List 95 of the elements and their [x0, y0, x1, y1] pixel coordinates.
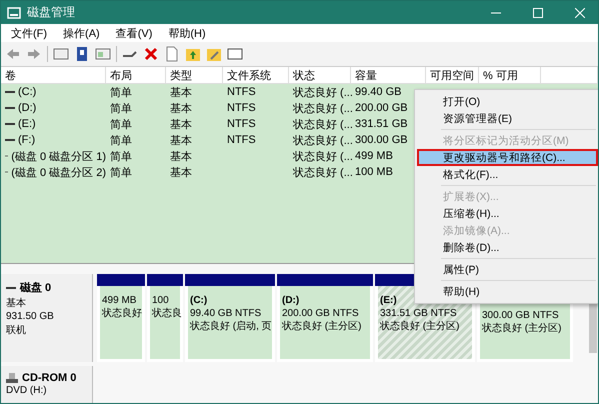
table-cell-text: 499 MB: [354, 150, 394, 162]
partition-block[interactable]: 100 状态良: [147, 286, 183, 362]
menu-item[interactable]: 查看(V): [110, 26, 158, 40]
disk-type: 基本: [6, 296, 27, 310]
forward-icon[interactable]: [26, 46, 42, 62]
partition-status: 状态良好 (主分区): [282, 320, 362, 333]
partition-size: 99.40 GB NTFS: [190, 307, 262, 320]
partition-block[interactable]: (D:) 200.00 GB NTFS 状态良好 (主分区): [277, 286, 373, 362]
close-button[interactable]: [575, 8, 585, 18]
partition-block[interactable]: (C:) 99.40 GB NTFS 状态良好 (启动, 页: [185, 286, 275, 362]
disk-name: 磁盘 0: [20, 281, 52, 295]
table-cell-text: 状态良好 (...: [292, 150, 351, 164]
table-cell-text: NTFS: [226, 118, 257, 130]
menu-item[interactable]: 压缩卷(H)...: [417, 205, 598, 222]
table-cell: (C:): [18, 86, 36, 98]
partition-size: 499 MB: [102, 294, 138, 307]
table-cell-text: 200.00 GB: [354, 102, 409, 114]
partition-block[interactable]: 499 MB 状态良好: [97, 286, 145, 362]
table-cell-text: 基本: [169, 86, 193, 100]
menu-item[interactable]: 文件(F): [5, 26, 54, 40]
disk-name: CD-ROM 0: [22, 372, 76, 384]
table-cell-text: 简单: [109, 166, 133, 180]
table-cell-text: 状态良好 (...: [292, 102, 351, 116]
table-cell: (F:): [18, 134, 36, 146]
column-header[interactable]: 布局: [106, 67, 166, 84]
partition-size: 300.00 GB NTFS: [482, 309, 560, 322]
table-cell-text: 简单: [109, 134, 133, 148]
column-header[interactable]: 卷: [1, 67, 106, 84]
partition-header-bar: [147, 274, 183, 286]
help-icon[interactable]: [74, 46, 90, 62]
menu-item[interactable]: 打开(O): [417, 93, 598, 110]
partition-status: 状态良好: [102, 307, 140, 320]
table-cell-text: 简单: [109, 102, 133, 116]
menu-item[interactable]: 资源管理器(E): [417, 110, 598, 127]
column-header[interactable]: 可用空间: [426, 67, 479, 84]
document-icon[interactable]: [164, 46, 180, 62]
table-cell-text: 100 MB: [354, 166, 394, 178]
table-cell-text: 基本: [169, 102, 193, 116]
partition-status: 状态良好 (主分区): [482, 322, 562, 335]
menu-item[interactable]: 更改驱动器号和路径(C)...: [417, 149, 598, 166]
menu-item[interactable]: 帮助(H): [162, 26, 212, 40]
window-icon[interactable]: [95, 46, 111, 62]
table-cell-text: 300.00 GB: [354, 134, 409, 146]
partition-name: (D:): [282, 294, 300, 307]
table-cell-text: 基本: [169, 118, 193, 132]
partition-name: (C:): [190, 294, 208, 307]
table-cell-text: 简单: [109, 118, 133, 132]
back-icon[interactable]: [5, 46, 21, 62]
disk-size: 931.50 GB: [6, 311, 55, 322]
header-filler: [541, 67, 598, 84]
optical-drive-icon: [6, 372, 18, 384]
column-header[interactable]: 类型: [166, 67, 223, 84]
partition-header-bar: [97, 274, 145, 286]
column-header[interactable]: % 可用: [479, 67, 541, 84]
menu-item[interactable]: 操作(A): [57, 26, 106, 40]
partition-size: 331.51 GB NTFS: [380, 307, 458, 320]
table-cell-text: NTFS: [226, 134, 257, 146]
menu-item[interactable]: 属性(P): [417, 261, 598, 278]
delete-icon[interactable]: [143, 46, 159, 62]
table-cell-text: NTFS: [226, 86, 257, 98]
table-cell-text: 状态良好 (...: [292, 166, 351, 180]
partition-name: (E:): [380, 294, 398, 307]
table-cell-text: 基本: [169, 166, 193, 180]
table-cell-text: 简单: [109, 86, 133, 100]
partition-size: 200.00 GB NTFS: [282, 307, 360, 320]
menu-item[interactable]: 格式化(F)...: [417, 166, 598, 183]
folder-edit-icon[interactable]: [206, 46, 222, 62]
column-header[interactable]: 容量: [351, 67, 426, 84]
column-header[interactable]: 文件系统: [223, 67, 289, 84]
window-icon[interactable]: [227, 46, 243, 62]
table-cell-text: (磁盘 0 磁盘分区 2): [11, 166, 106, 180]
disk-type: DVD (H:): [6, 385, 48, 396]
table-cell-text: 基本: [169, 150, 193, 164]
disk-status: 联机: [6, 324, 27, 337]
table-cell-text: 331.51 GB: [354, 118, 409, 130]
table-cell: (D:): [18, 102, 36, 114]
window-icon[interactable]: [53, 46, 69, 62]
table-cell-text: 状态良好 (...: [292, 118, 351, 132]
maximize-button[interactable]: [533, 8, 543, 18]
partition-status: 状态良好 (启动, 页: [190, 320, 270, 333]
app-icon: [7, 6, 21, 20]
table-cell-text: 基本: [169, 134, 193, 148]
table-cell-text: (磁盘 0 磁盘分区 1): [11, 150, 106, 164]
partition-status: 状态良好 (主分区): [380, 320, 460, 333]
partition-size: 100: [152, 294, 170, 307]
table-cell-text: NTFS: [226, 102, 257, 114]
table-cell: (E:): [18, 118, 36, 130]
folder-up-icon[interactable]: [185, 46, 201, 62]
window-title: 磁盘管理: [27, 4, 76, 21]
column-header[interactable]: 状态: [289, 67, 351, 84]
table-cell-text: 简单: [109, 150, 133, 164]
table-cell-text: 状态良好 (...: [292, 86, 351, 100]
menu-item[interactable]: 删除卷(D)...: [417, 239, 598, 256]
table-cell-text: 99.40 GB: [354, 86, 402, 98]
table-cell-text: 状态良好 (...: [292, 134, 351, 148]
